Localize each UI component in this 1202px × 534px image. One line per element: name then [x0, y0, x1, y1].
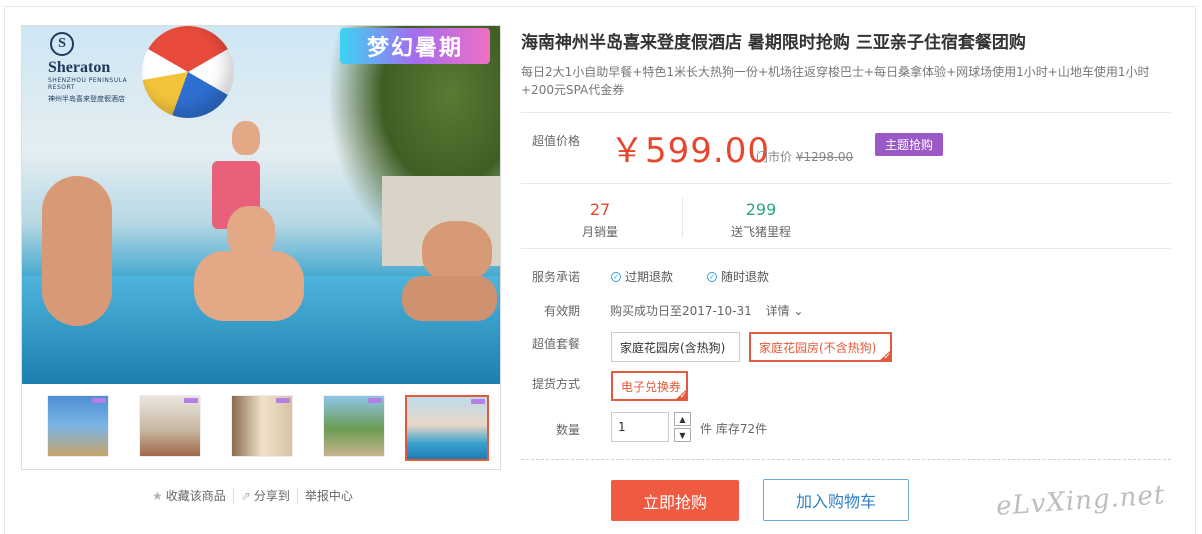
- promo-tag[interactable]: 主题抢购: [875, 133, 943, 156]
- product-gallery: 梦幻暑期 S Sheraton SHENZHOU PENINSULA RESOR…: [21, 25, 501, 470]
- check-circle-icon: ✓: [707, 271, 717, 282]
- father-body: [194, 251, 304, 321]
- buy-now-button[interactable]: 立即抢购: [611, 480, 739, 521]
- mileage: 299 送飞猪里程: [715, 200, 807, 240]
- thumbnail-1[interactable]: [47, 395, 109, 457]
- product-title: 海南神州半岛喜来登度假酒店 暑期限时抢购 三亚亲子住宿套餐团购: [521, 33, 1026, 53]
- logo-sub1: SHENZHOU PENINSULA: [48, 77, 128, 84]
- mother-left: [42, 176, 112, 326]
- market-price-label: 门市价: [756, 150, 793, 164]
- quantity-label: 数量: [556, 423, 581, 437]
- delivery-label: 提货方式: [532, 377, 581, 391]
- chevron-down-icon: ▼: [679, 430, 686, 440]
- share-label: 分享到: [253, 489, 290, 503]
- package-option-with-hotdog[interactable]: 家庭花园房(含热狗): [611, 332, 740, 362]
- mileage-value: 299: [745, 200, 777, 219]
- favorite-label: 收藏该商品: [165, 489, 226, 503]
- beach-ball: [142, 26, 234, 118]
- divider: [521, 183, 1171, 184]
- thumbnail-3[interactable]: [231, 395, 293, 457]
- sheraton-logo: S Sheraton SHENZHOU PENINSULA RESORT 神州半…: [48, 32, 127, 104]
- share-link[interactable]: ⇗ 分享到: [241, 487, 290, 504]
- separator: [232, 487, 234, 504]
- summer-badge: 梦幻暑期: [340, 28, 490, 64]
- divider: [521, 112, 1171, 113]
- chevron-up-icon: ▲: [679, 414, 686, 424]
- star-icon: ★: [152, 488, 163, 503]
- quantity-input[interactable]: [611, 412, 669, 442]
- details-label: 详情: [765, 304, 790, 318]
- promise-anytime-refund: ✓ 随时退款: [707, 268, 769, 285]
- product-subtitle: 每日2大1小自助早餐+特色1米长大热狗一份+机场往返穿梭巴士+每日桑拿体验+网球…: [521, 65, 1150, 97]
- market-price-value: ¥1298.00: [795, 150, 854, 164]
- logo-name: Sheraton: [48, 59, 111, 76]
- promise-expired-refund: ✓ 过期退款: [611, 268, 673, 285]
- monthly-sales-value: 27: [589, 200, 611, 219]
- stock-count: 库存72件: [715, 422, 768, 436]
- sheraton-emblem: S: [50, 32, 74, 56]
- girl-head: [232, 121, 260, 155]
- logo-sub2: RESORT: [48, 84, 75, 91]
- check-circle-icon: ✓: [611, 271, 621, 282]
- dashed-divider: [521, 459, 1171, 460]
- hero-image[interactable]: 梦幻暑期 S Sheraton SHENZHOU PENINSULA RESOR…: [22, 26, 500, 384]
- validity-text: 购买成功日至2017-10-31 详情 ⌄: [610, 302, 803, 319]
- promise-label: 过期退款: [625, 270, 674, 284]
- report-link[interactable]: 举报中心: [305, 487, 353, 504]
- price-label: 超值价格: [532, 134, 581, 148]
- add-to-cart-button[interactable]: 加入购物车: [763, 479, 909, 521]
- favorite-link[interactable]: ★ 收藏该商品: [152, 487, 226, 504]
- current-price: ￥599.00: [610, 131, 770, 171]
- promise-label: 随时退款: [721, 270, 770, 284]
- report-label: 举报中心: [304, 489, 353, 503]
- validity-label: 有效期: [544, 304, 581, 318]
- gallery-actions: ★ 收藏该商品 ⇗ 分享到 举报中心: [152, 487, 353, 504]
- divider: [521, 248, 1171, 249]
- service-label: 服务承诺: [532, 270, 581, 284]
- validity-value: 购买成功日至2017-10-31: [610, 304, 752, 318]
- woman-right-body: [402, 276, 497, 321]
- thumbnail-5[interactable]: [405, 395, 489, 461]
- woman-right-head: [422, 221, 492, 281]
- share-icon: ⇗: [240, 488, 251, 503]
- separator: [296, 487, 298, 504]
- thumbnail-strip: [22, 384, 500, 470]
- thumbnail-4[interactable]: [323, 395, 385, 457]
- market-price: 门市价 ¥1298.00: [756, 148, 853, 165]
- quantity-unit: 件: [700, 422, 713, 436]
- product-page: 梦幻暑期 S Sheraton SHENZHOU PENINSULA RESOR…: [0, 0, 1202, 534]
- package-option-without-hotdog[interactable]: 家庭花园房(不含热狗): [749, 332, 892, 362]
- thumbnail-2[interactable]: [139, 395, 201, 457]
- package-label: 超值套餐: [532, 337, 581, 351]
- quantity-increase-button[interactable]: ▲: [674, 412, 691, 426]
- stat-separator: [682, 198, 683, 238]
- mileage-label: 送飞猪里程: [730, 225, 791, 239]
- monthly-sales: 27 月销量: [560, 200, 640, 240]
- quantity-decrease-button[interactable]: ▼: [674, 428, 691, 442]
- details-link[interactable]: 详情 ⌄: [766, 304, 804, 318]
- chevron-down-icon: ⌄: [793, 304, 804, 318]
- monthly-sales-label: 月销量: [581, 225, 618, 239]
- logo-cn: 神州半岛喜来登度假酒店: [48, 95, 125, 103]
- stock-info: 件 库存72件: [700, 420, 767, 437]
- delivery-option-evoucher[interactable]: 电子兑换券: [611, 371, 688, 401]
